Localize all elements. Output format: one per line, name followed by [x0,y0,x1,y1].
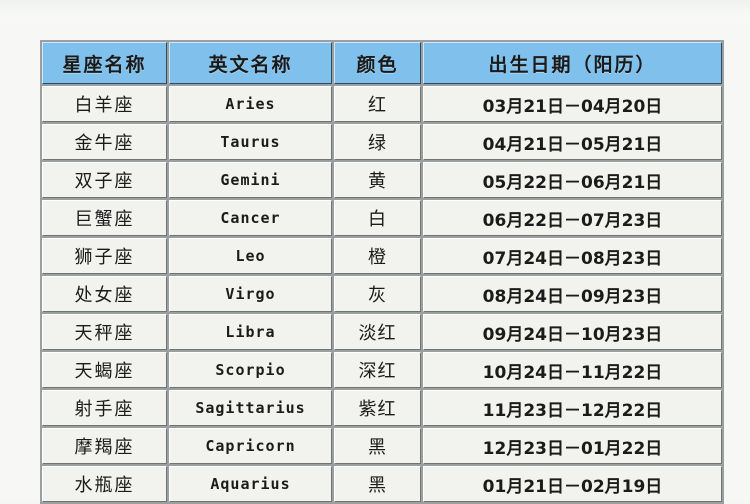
column-header-english-name: 英文名称 [169,42,332,84]
cell-zodiac-name-en: Capricorn [169,428,332,464]
cell-zodiac-color: 淡红 [334,314,421,350]
cell-zodiac-name-en: Cancer [169,200,332,236]
cell-zodiac-name-cn: 金牛座 [42,124,167,160]
cell-zodiac-name-cn: 天蝎座 [42,352,167,388]
cell-zodiac-dates: 05月22日－06月21日 [423,162,722,198]
cell-zodiac-color: 黄 [334,162,421,198]
cell-zodiac-color: 橙 [334,238,421,274]
table-row: 金牛座 Taurus 绿 04月21日－05月21日 [42,124,722,160]
cell-zodiac-name-cn: 白羊座 [42,86,167,122]
cell-zodiac-dates: 06月22日－07月23日 [423,200,722,236]
cell-zodiac-dates: 04月21日－05月21日 [423,124,722,160]
column-header-color: 颜色 [334,42,421,84]
table-row: 狮子座 Leo 橙 07月24日－08月23日 [42,238,722,274]
cell-zodiac-name-cn: 巨蟹座 [42,200,167,236]
faint-cropped-text: · · · · · · · · · · · [305,0,599,6]
cell-zodiac-name-en: Virgo [169,276,332,312]
cell-zodiac-color: 白 [334,200,421,236]
cell-zodiac-name-cn: 狮子座 [42,238,167,274]
cell-zodiac-dates: 07月24日－08月23日 [423,238,722,274]
table-row: 水瓶座 Aquarius 黑 01月21日－02月19日 [42,466,722,502]
table-row: 射手座 Sagittarius 紫红 11月23日－12月22日 [42,390,722,426]
cell-zodiac-name-en: Scorpio [169,352,332,388]
cell-zodiac-color: 绿 [334,124,421,160]
table-header: 星座名称 英文名称 颜色 出生日期（阳历） [42,42,722,84]
cell-zodiac-name-en: Leo [169,238,332,274]
cell-zodiac-name-en: Taurus [169,124,332,160]
cell-zodiac-color: 深红 [334,352,421,388]
column-header-birth-date: 出生日期（阳历） [423,42,722,84]
cell-zodiac-name-cn: 射手座 [42,390,167,426]
cell-zodiac-name-cn: 水瓶座 [42,466,167,502]
cell-zodiac-name-en: Sagittarius [169,390,332,426]
cell-zodiac-dates: 03月21日－04月20日 [423,86,722,122]
table-row: 天蝎座 Scorpio 深红 10月24日－11月22日 [42,352,722,388]
zodiac-sign-reference-table: 星座名称 英文名称 颜色 出生日期（阳历） 白羊座 Aries 红 03月21日－04… [40,40,724,504]
cell-zodiac-name-en: Libra [169,314,332,350]
cell-zodiac-name-cn: 摩羯座 [42,428,167,464]
cell-zodiac-color: 红 [334,86,421,122]
table-row: 处女座 Virgo 灰 08月24日－09月23日 [42,276,722,312]
table-row: 巨蟹座 Cancer 白 06月22日－07月23日 [42,200,722,236]
cell-zodiac-color: 灰 [334,276,421,312]
cell-zodiac-name-en: Aquarius [169,466,332,502]
table-row: 白羊座 Aries 红 03月21日－04月20日 [42,86,722,122]
cropped-top-text-strip: · · · · · · · · · · · [0,0,750,22]
cell-zodiac-dates: 01月21日－02月19日 [423,466,722,502]
cell-zodiac-name-cn: 处女座 [42,276,167,312]
cell-zodiac-dates: 12月23日－01月22日 [423,428,722,464]
cell-zodiac-dates: 10月24日－11月22日 [423,352,722,388]
cell-zodiac-color: 紫红 [334,390,421,426]
column-header-chinese-name: 星座名称 [42,42,167,84]
cell-zodiac-name-en: Gemini [169,162,332,198]
table-row: 双子座 Gemini 黄 05月22日－06月21日 [42,162,722,198]
cell-zodiac-name-en: Aries [169,86,332,122]
cell-zodiac-color: 黑 [334,466,421,502]
cell-zodiac-dates: 09月24日－10月23日 [423,314,722,350]
table-body: 白羊座 Aries 红 03月21日－04月20日 金牛座 Taurus 绿 04月21日－0… [42,86,722,502]
table-row: 天秤座 Libra 淡红 09月24日－10月23日 [42,314,722,350]
table-header-row: 星座名称 英文名称 颜色 出生日期（阳历） [42,42,722,84]
cell-zodiac-dates: 11月23日－12月22日 [423,390,722,426]
cell-zodiac-dates: 08月24日－09月23日 [423,276,722,312]
cell-zodiac-color: 黑 [334,428,421,464]
cell-zodiac-name-cn: 双子座 [42,162,167,198]
table-row: 摩羯座 Capricorn 黑 12月23日－01月22日 [42,428,722,464]
cell-zodiac-name-cn: 天秤座 [42,314,167,350]
